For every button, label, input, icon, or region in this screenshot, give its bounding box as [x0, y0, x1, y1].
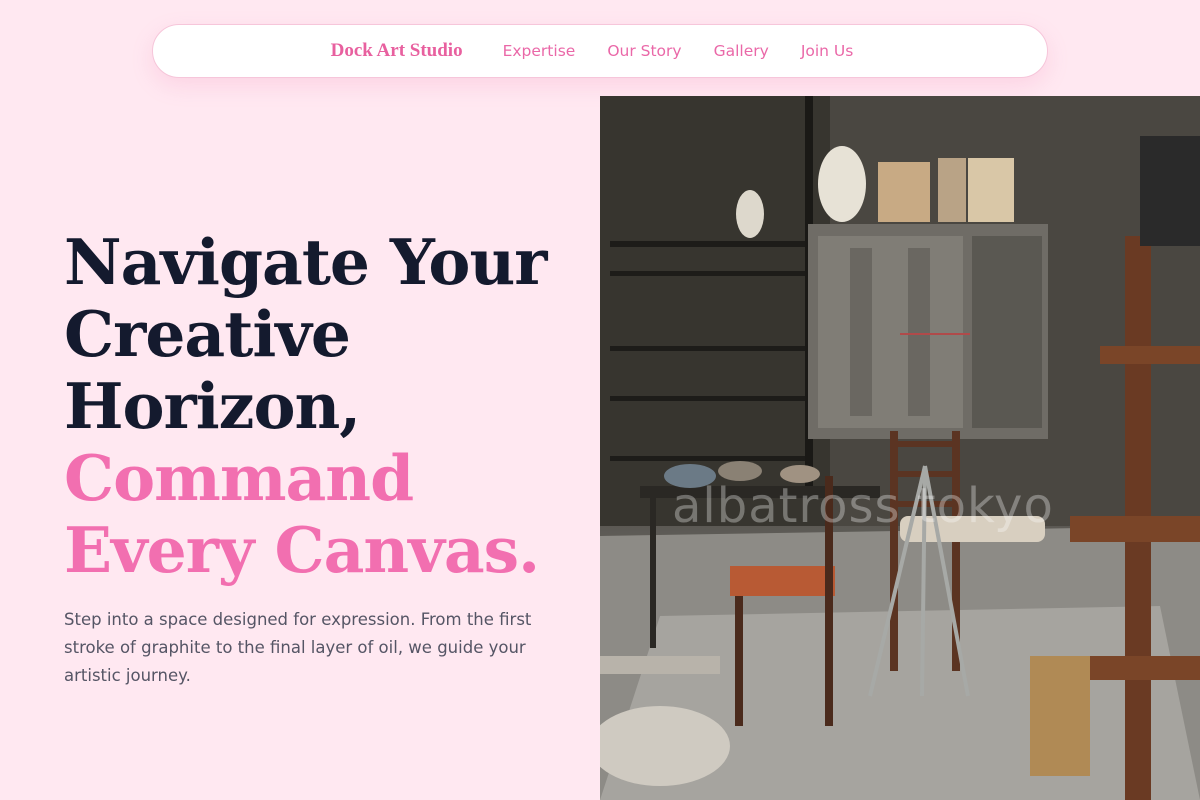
hero-title-line-2: Creative	[64, 297, 351, 371]
top-navbar: Dock Art Studio Expertise Our Story Gall…	[152, 24, 1048, 78]
studio-illustration	[600, 96, 1200, 800]
hero-title-line-3: Horizon,	[64, 369, 361, 443]
hero-title-line-1: Navigate Your	[64, 225, 547, 299]
nav-link-join-us[interactable]: Join Us	[801, 42, 854, 60]
nav-link-expertise[interactable]: Expertise	[503, 42, 576, 60]
page: Dock Art Studio Expertise Our Story Gall…	[0, 0, 1200, 800]
hero-accent-line-1: Command	[64, 441, 414, 515]
brand-logo-link[interactable]: Dock Art Studio	[331, 40, 463, 62]
hero-subtitle: Step into a space designed for expressio…	[64, 610, 532, 685]
hero-accent-line-2: Every Canvas.	[64, 513, 540, 587]
nav-link-our-story[interactable]: Our Story	[607, 42, 681, 60]
nav-link-gallery[interactable]: Gallery	[714, 42, 769, 60]
art-studio-photo: albatross tokyo	[600, 96, 1200, 800]
hero-title: Navigate Your Creative Horizon, Command …	[64, 226, 584, 586]
photo-watermark: albatross tokyo	[672, 478, 1054, 534]
